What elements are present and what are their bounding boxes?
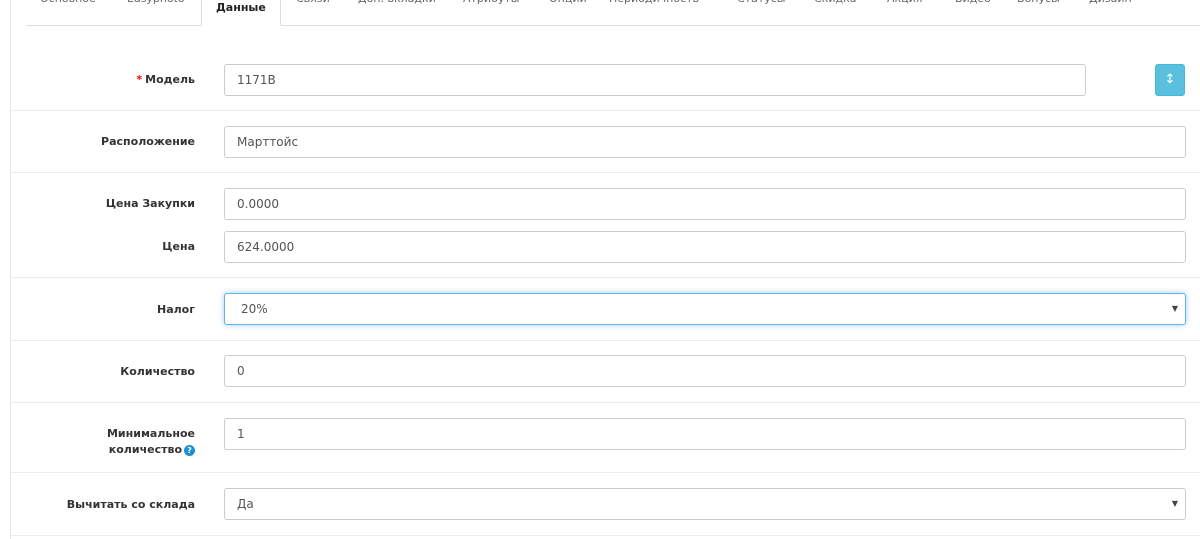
tax-label: Налог <box>157 303 195 316</box>
tab-data[interactable]: Данные <box>201 0 281 26</box>
tab-easyphoto[interactable]: Easyphoto <box>127 0 185 17</box>
arrows-vertical-icon: ↕ <box>1164 72 1176 87</box>
tab-video[interactable]: Видео <box>955 0 991 17</box>
tab-special[interactable]: Акция <box>887 0 922 17</box>
model-input[interactable]: 1171B <box>224 64 1086 96</box>
tab-discount[interactable]: Скидка <box>814 0 856 17</box>
caret-down-icon: ▼ <box>1171 304 1178 313</box>
min-quantity-input[interactable]: 1 <box>224 418 1186 450</box>
min-quantity-label: Минимальное количество? <box>106 427 195 456</box>
subtract-select-value: Да <box>237 497 254 511</box>
model-label: * Модель <box>136 73 195 86</box>
price-input[interactable]: 624.0000 <box>224 231 1186 263</box>
tab-attributes[interactable]: Атрибуты <box>463 0 519 17</box>
caret-down-icon: ▼ <box>1171 499 1178 508</box>
tab-design[interactable]: Дизайн <box>1089 0 1132 17</box>
tab-bonuses[interactable]: Бонусы <box>1017 0 1060 17</box>
subtract-label: Вычитать со склада <box>66 498 195 511</box>
purchase-price-input[interactable]: 0.0000 <box>224 188 1186 220</box>
quantity-label: Количество <box>120 365 195 378</box>
tab-periodicity[interactable]: Периодичность <box>609 0 699 17</box>
tab-bar: Основное Easyphoto Данные Связи Доп. вкл… <box>26 0 1200 26</box>
required-mark: * <box>136 73 143 86</box>
subtract-select[interactable]: Да ▼ <box>224 488 1186 520</box>
question-circle-icon[interactable]: ? <box>184 444 195 456</box>
tab-options[interactable]: Опции <box>549 0 587 17</box>
quantity-input[interactable]: 0 <box>224 355 1186 387</box>
tax-select[interactable]: 20% ▼ <box>224 293 1186 325</box>
tax-select-value: 20% <box>241 302 268 316</box>
generate-model-button[interactable]: ↕ <box>1155 64 1185 96</box>
price-label: Цена <box>162 240 195 253</box>
purchase-price-label: Цена Закупки <box>105 197 195 210</box>
tab-main[interactable]: Основное <box>40 0 96 17</box>
tab-statuses[interactable]: Статусы <box>737 0 785 17</box>
tab-links[interactable]: Связи <box>296 0 330 17</box>
tab-extra-tabs[interactable]: Доп. вкладки <box>358 0 436 17</box>
location-label: Расположение <box>101 135 195 148</box>
location-input[interactable]: Марттойс <box>224 126 1186 158</box>
